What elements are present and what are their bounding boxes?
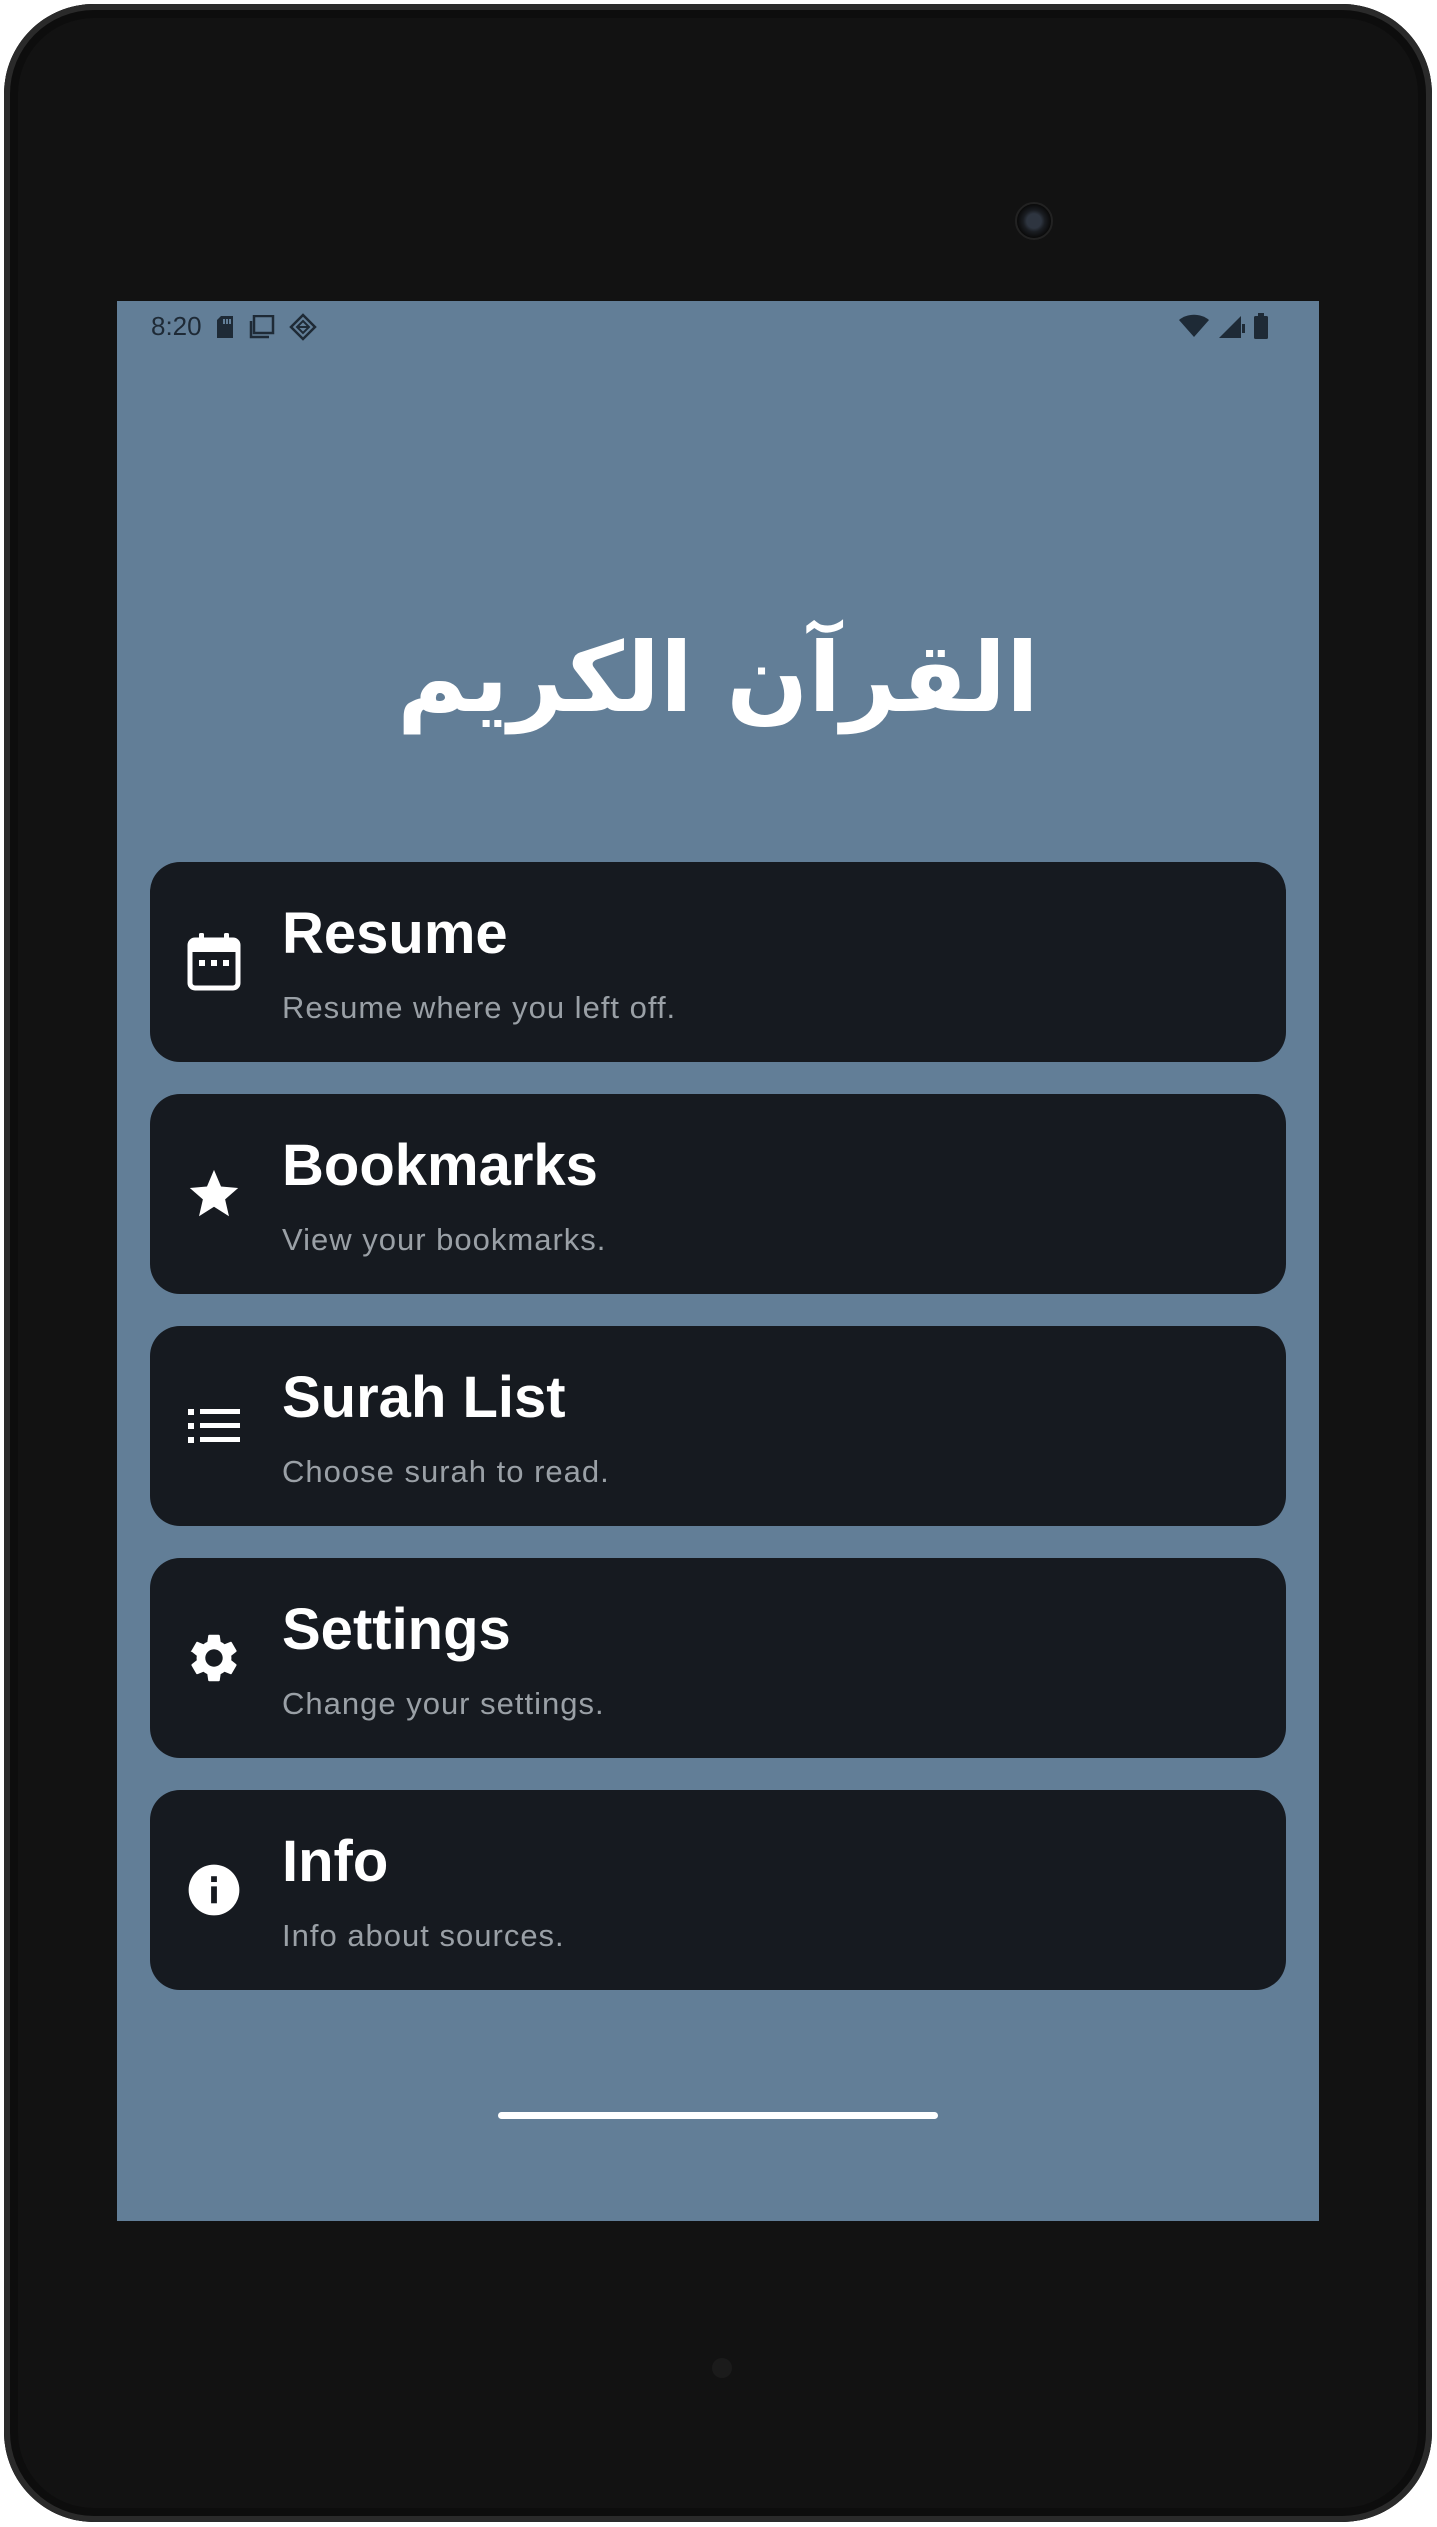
device-sensor [712, 2358, 732, 2378]
cell-signal-icon [1217, 314, 1245, 343]
settings-subtitle: Change your settings. [282, 1686, 605, 1721]
home-indicator[interactable] [498, 2112, 938, 2119]
app-screen: 8:20 القرآن الكريم Resume Resume where y… [117, 301, 1319, 2221]
status-bar: 8:20 [117, 301, 1319, 351]
surah-list-title: Surah List [282, 1365, 566, 1430]
front-camera [1015, 202, 1053, 240]
info-subtitle: Info about sources. [282, 1918, 565, 1953]
resume-subtitle: Resume where you left off. [282, 990, 677, 1025]
surah-list-subtitle: Choose surah to read. [282, 1454, 610, 1489]
status-notification-icons [215, 313, 317, 346]
resume-title: Resume [282, 901, 508, 966]
settings-title: Settings [282, 1597, 511, 1662]
app-logo: القرآن الكريم [397, 622, 1039, 734]
app-notification-icon [289, 313, 317, 346]
screenshot-icon [249, 314, 275, 344]
info-card[interactable]: Info Info about sources. [150, 1790, 1286, 1990]
system-status-icons [1179, 313, 1269, 344]
bookmarks-subtitle: View your bookmarks. [282, 1222, 607, 1257]
info-title: Info [282, 1829, 389, 1894]
list-icon [184, 1396, 244, 1456]
surah-list-card[interactable]: Surah List Choose surah to read. [150, 1326, 1286, 1526]
calendar-icon [184, 932, 244, 992]
settings-card[interactable]: Settings Change your settings. [150, 1558, 1286, 1758]
battery-icon [1253, 313, 1269, 344]
gear-icon [184, 1628, 244, 1688]
bookmarks-card[interactable]: Bookmarks View your bookmarks. [150, 1094, 1286, 1294]
wifi-icon [1179, 314, 1209, 343]
resume-card[interactable]: Resume Resume where you left off. [150, 862, 1286, 1062]
status-time: 8:20 [151, 311, 202, 341]
bookmarks-title: Bookmarks [282, 1133, 598, 1198]
sd-card-icon [215, 315, 235, 344]
star-icon [184, 1164, 244, 1224]
info-icon [184, 1860, 244, 1920]
